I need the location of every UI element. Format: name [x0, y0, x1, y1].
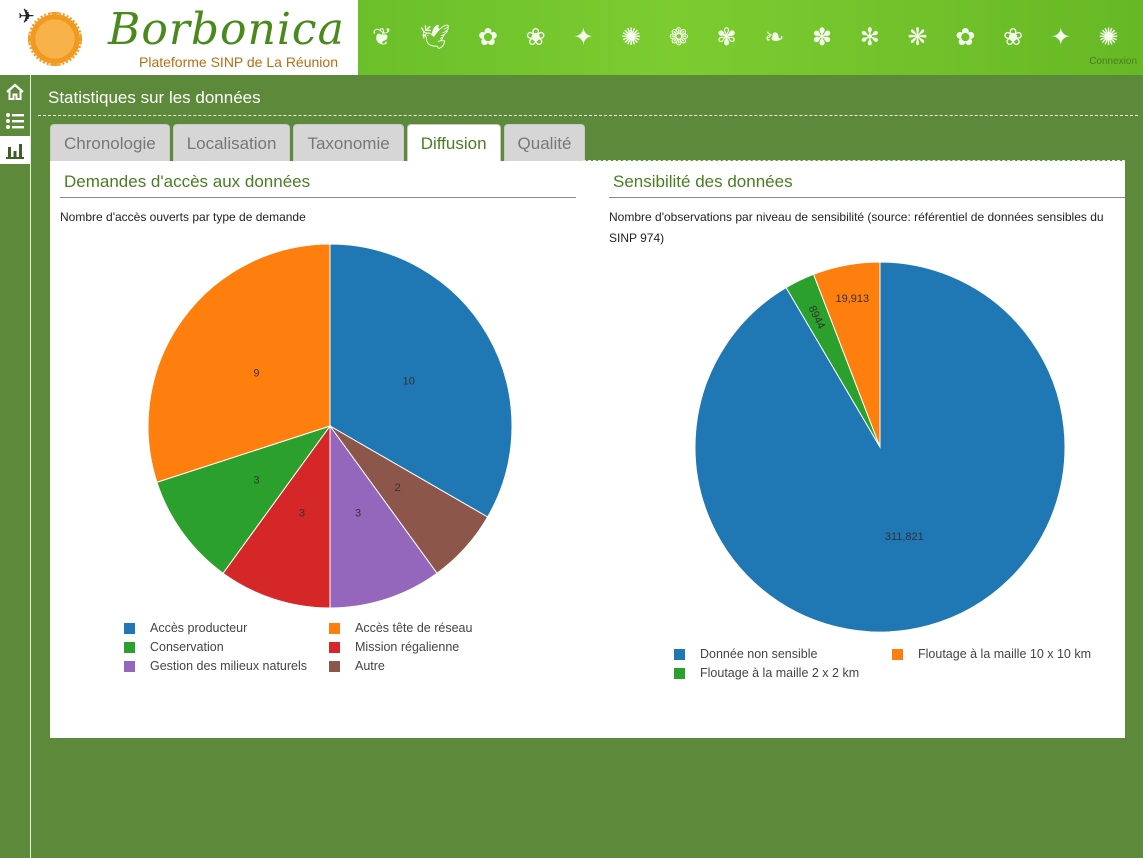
legend-item-autre[interactable]: Autre [329, 659, 385, 673]
legend-label: Autre [355, 659, 385, 673]
site-header: ✈ Borbonica Plateforme SINP de La Réunio… [0, 0, 1143, 75]
legend-label: Conservation [150, 640, 224, 654]
pie-label-donnee-non-sensible: 311,821 [885, 531, 924, 543]
pie-label-autre: 2 [395, 482, 401, 494]
sensitivity-legend: Donnée non sensible Floutage à la maille … [674, 647, 1114, 687]
access-requests-description: Nombre d'accès ouverts par type de deman… [60, 210, 306, 224]
sensitivity-pie-chart: 311,821894419,913 [694, 261, 1066, 633]
page-title: Statistiques sur les données [48, 88, 261, 107]
legend-item-floutage-a-la-maille-2-x-2-km[interactable]: Floutage à la maille 2 x 2 km [674, 666, 859, 680]
legend-item-conservation[interactable]: Conservation [124, 640, 224, 654]
legend-swatch [329, 622, 340, 634]
legend-label: Floutage à la maille 10 x 10 km [918, 647, 1092, 661]
access-requests-rule [60, 197, 576, 198]
bar-chart-icon[interactable] [0, 136, 30, 164]
left-icon-bar [0, 75, 31, 858]
tab-taxonomie[interactable]: Taxonomie [293, 124, 404, 161]
list-icon[interactable] [0, 107, 30, 135]
home-icon[interactable] [0, 78, 30, 106]
legend-label: Floutage à la maille 2 x 2 km [700, 666, 860, 680]
legend-item-acces-producteur[interactable]: Accès producteur [124, 621, 247, 635]
pie-label-conservation: 3 [253, 474, 259, 486]
legend-item-floutage-a-la-maille-10-x-10-km[interactable]: Floutage à la maille 10 x 10 km [892, 647, 1091, 661]
legend-swatch [124, 641, 135, 653]
legend-swatch [124, 622, 135, 634]
login-link[interactable]: Connexion [1089, 56, 1137, 67]
legend-label: Accès tête de réseau [355, 621, 473, 635]
legend-item-donnee-non-sensible[interactable]: Donnée non sensible [674, 647, 817, 661]
legend-label: Donnée non sensible [700, 647, 818, 661]
brand-subtitle: Plateforme SINP de La Réunion [139, 54, 338, 70]
tab-diffusion[interactable]: Diffusion [406, 124, 501, 162]
logo-area[interactable]: ✈ Borbonica Plateforme SINP de La Réunio… [0, 0, 360, 75]
legend-label: Accès producteur [150, 621, 248, 635]
legend-swatch [329, 660, 340, 672]
header-banner: ❦ 🕊 ✿ ❀ ✦ ✺ ❁ ✾ ❧ ✽ ✻ ❋ ✿ ❀ ✦ ✺ ❁ ✾ ❧ ✽ … [358, 0, 1143, 75]
pie-label-floutage-a-la-maille-10-x-10-km: 19,913 [835, 293, 869, 305]
title-divider [38, 115, 1138, 116]
tab-chronologie[interactable]: Chronologie [50, 124, 170, 161]
pie-label-acces-tete-de-reseau: 9 [253, 368, 259, 380]
tab-localisation[interactable]: Localisation [172, 124, 291, 161]
bird-icon: ✈ [18, 4, 35, 28]
access-requests-title: Demandes d'accès aux données [64, 172, 311, 191]
legend-swatch [124, 660, 135, 672]
pie-label-acces-producteur: 10 [403, 376, 415, 388]
sensitivity-title: Sensibilité des données [613, 172, 793, 191]
brand-name: Borbonica [108, 4, 345, 55]
pie-label-mission-regalienne: 3 [299, 508, 305, 520]
legend-swatch [674, 667, 685, 679]
legend-swatch [674, 648, 685, 660]
legend-label: Mission régalienne [355, 640, 460, 654]
pie-label-gestion-des-milieux-naturels: 3 [355, 508, 361, 520]
legend-item-mission-regalienne[interactable]: Mission régalienne [329, 640, 459, 654]
legend-swatch [329, 641, 340, 653]
legend-swatch [892, 648, 903, 660]
sinp-logo [28, 12, 82, 66]
fauna-flora-banner-icons: ❦ 🕊 ✿ ❀ ✦ ✺ ❁ ✾ ❧ ✽ ✻ ❋ ✿ ❀ ✦ ✺ ❁ ✾ ❧ ✽ … [372, 23, 1143, 51]
tab-bar: Chronologie Localisation Taxonomie Diffu… [50, 124, 586, 162]
sensitivity-description: Nombre d'observations par niveau de sens… [609, 210, 1104, 245]
legend-label: Gestion des milieux naturels [150, 659, 308, 673]
access-requests-pie-chart: 10 2 3 3 3 9 [147, 243, 513, 609]
sensitivity-rule [609, 197, 1125, 198]
tab-qualite[interactable]: Qualité [503, 124, 586, 161]
access-requests-legend: Accès producteur Accès tête de réseau Cons… [124, 621, 544, 681]
legend-item-acces-tete-de-reseau[interactable]: Accès tête de réseau [329, 621, 472, 635]
legend-item-gestion-des-milieux-naturels[interactable]: Gestion des milieux naturels [124, 659, 307, 673]
tab-content-panel: Demandes d'accès aux données Nombre d'ac… [50, 161, 1125, 738]
